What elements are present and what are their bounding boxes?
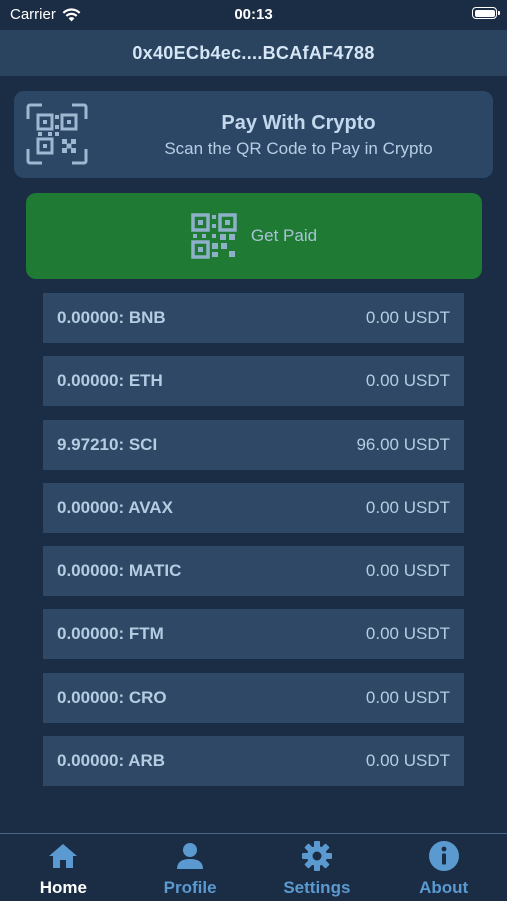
person-icon <box>177 843 204 869</box>
token-amount: 0.00000: ARB <box>57 751 166 771</box>
tab-profile[interactable]: Profile <box>127 834 254 901</box>
gear-icon <box>301 841 332 871</box>
token-amount: 0.00000: CRO <box>57 687 167 707</box>
token-amount: 0.00000: FTM <box>57 624 164 644</box>
tab-about[interactable]: About <box>380 834 507 901</box>
token-row-eth[interactable]: 0.00000: ETH 0.00 USDT <box>43 356 464 407</box>
pay-with-crypto-card[interactable]: Pay With Crypto Scan the QR Code to Pay … <box>14 91 493 178</box>
token-usdt-value: 0.00 USDT <box>365 687 450 707</box>
battery-icon <box>472 7 500 19</box>
wallet-address-header: 0x40ECb4ec....BCAfAF4788 <box>0 30 507 76</box>
token-amount: 0.00000: AVAX <box>57 497 173 517</box>
wallet-address: 0x40ECb4ec....BCAfAF4788 <box>132 42 375 63</box>
token-row-ftm[interactable]: 0.00000: FTM 0.00 USDT <box>43 609 464 660</box>
info-icon <box>428 841 459 871</box>
token-usdt-value: 0.00 USDT <box>365 751 450 771</box>
tab-label-settings: Settings <box>283 878 351 897</box>
token-row-bnb[interactable]: 0.00000: BNB 0.00 USDT <box>43 293 464 343</box>
pay-card-title: Pay With Crypto <box>221 112 376 134</box>
tab-label-profile: Profile <box>163 878 217 897</box>
get-paid-label: Get Paid <box>250 226 318 245</box>
token-usdt-value: 0.00 USDT <box>365 371 450 391</box>
get-paid-button[interactable]: Get Paid <box>26 193 482 279</box>
pay-card-subtitle: Scan the QR Code to Pay in Crypto <box>164 139 433 158</box>
token-usdt-value: 0.00 USDT <box>365 497 450 517</box>
token-row-avax[interactable]: 0.00000: AVAX 0.00 USDT <box>43 482 464 533</box>
tab-bar: Home Profile Settings About <box>0 833 507 901</box>
token-amount: 0.00000: ETH <box>57 371 163 391</box>
tab-label-about: About <box>419 878 469 897</box>
home-icon <box>49 844 78 868</box>
token-usdt-value: 0.00 USDT <box>365 561 450 581</box>
token-row-sci[interactable]: 9.97210: SCI 96.00 USDT <box>43 419 464 470</box>
token-usdt-value: 0.00 USDT <box>365 308 450 327</box>
tab-settings[interactable]: Settings <box>254 834 381 901</box>
token-amount: 9.97210: SCI <box>57 434 158 454</box>
token-amount: 0.00000: BNB <box>57 308 166 327</box>
qr-code-icon <box>191 213 237 259</box>
status-time: 00:13 <box>234 6 273 23</box>
token-balance-list: 0.00000: BNB 0.00 USDT 0.00000: ETH 0.00… <box>43 293 464 799</box>
token-row-matic[interactable]: 0.00000: MATIC 0.00 USDT <box>43 546 464 597</box>
token-usdt-value: 96.00 USDT <box>356 434 450 454</box>
tab-label-home: Home <box>39 878 87 897</box>
token-usdt-value: 0.00 USDT <box>365 624 450 644</box>
tab-home[interactable]: Home <box>0 834 127 901</box>
token-amount: 0.00000: MATIC <box>57 561 182 581</box>
token-row-cro[interactable]: 0.00000: CRO 0.00 USDT <box>43 672 464 723</box>
token-row-arb[interactable]: 0.00000: ARB 0.00 USDT <box>43 736 464 787</box>
qr-scan-icon <box>26 103 88 165</box>
status-bar: Carrier 00:13 <box>0 0 507 30</box>
